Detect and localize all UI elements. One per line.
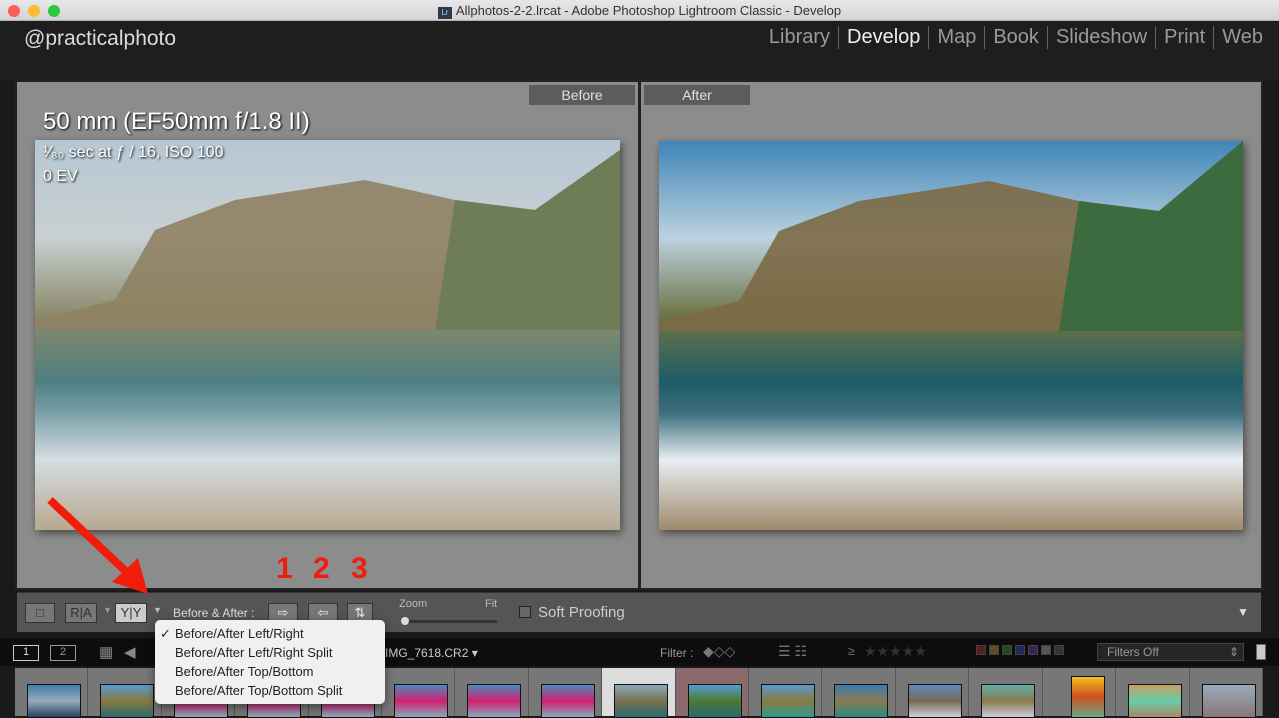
annotation-arrow-icon	[47, 497, 148, 594]
module-book[interactable]: Book	[984, 26, 1047, 49]
before-photo	[35, 140, 620, 530]
main-window-button[interactable]: 1	[13, 645, 39, 661]
filmstrip-thumbnail[interactable]	[822, 668, 896, 718]
module-map[interactable]: Map	[928, 26, 984, 49]
filename-source[interactable]: IMG_7618.CR2 ▾	[385, 646, 478, 660]
flag-filter-icons[interactable]: ◆◇◇	[703, 643, 735, 660]
soft-proofing-label: Soft Proofing	[538, 604, 625, 621]
module-web[interactable]: Web	[1213, 26, 1271, 49]
rating-star-icons[interactable]: ★★★★★	[864, 643, 927, 660]
menu-item-left-right-split[interactable]: Before/After Left/Right Split	[155, 643, 385, 662]
secondary-window-button[interactable]: 2	[50, 645, 76, 661]
exposure-info: ¹⁄₈₀ sec at ƒ / 16, ISO 100	[43, 144, 224, 161]
toolbar-content-chevron-icon[interactable]: ▼	[1237, 605, 1249, 619]
checkmark-icon: ✓	[160, 626, 171, 641]
color-label-filters[interactable]	[976, 645, 1064, 655]
annotation-1: 1	[276, 552, 293, 585]
filmstrip-thumbnail[interactable]	[88, 668, 162, 718]
filmstrip-thumbnail[interactable]	[675, 668, 750, 718]
zoom-button[interactable]	[48, 5, 60, 17]
after-pane: After	[641, 82, 1261, 588]
chevron-down-icon[interactable]: ▼	[103, 605, 112, 615]
module-library[interactable]: Library	[761, 26, 838, 49]
filmstrip-thumbnail[interactable]	[895, 668, 970, 718]
filmstrip-thumbnail[interactable]	[455, 668, 529, 718]
image-area: Before 50 mm (EF50mm f/1.8 II) ¹⁄₈₀ sec …	[15, 80, 1263, 590]
menu-item-left-right[interactable]: ✓ Before/After Left/Right	[155, 624, 385, 643]
filter-label: Filter :	[660, 646, 694, 660]
soft-proofing-checkbox[interactable]	[519, 606, 531, 618]
lens-info: 50 mm (EF50mm f/1.8 II)	[43, 108, 310, 135]
module-slideshow[interactable]: Slideshow	[1046, 26, 1155, 49]
after-label: After	[644, 85, 750, 105]
zoom-label: Zoom	[399, 598, 428, 610]
after-photo	[659, 141, 1243, 530]
before-after-view-button[interactable]: Y|Y	[115, 603, 147, 623]
zoom-fit-label: Fit	[485, 598, 498, 610]
before-after-menu-chevron-icon[interactable]: ▼	[153, 605, 162, 615]
filter-lock-switch[interactable]	[1256, 644, 1266, 660]
identity-plate: @practicalphoto	[24, 27, 177, 50]
reference-view-button[interactable]: R|A	[65, 603, 97, 623]
rating-operator[interactable]: ≥	[848, 644, 855, 658]
loupe-view-button[interactable]: □	[25, 603, 55, 623]
menu-item-top-bottom-split[interactable]: Before/After Top/Bottom Split	[155, 681, 385, 700]
before-after-label: Before & After :	[173, 606, 255, 620]
module-picker: Library Develop Map Book Slideshow Print…	[761, 26, 1271, 49]
zoom-slider-thumb[interactable]	[401, 617, 409, 625]
minimize-button[interactable]	[28, 5, 40, 17]
filmstrip-thumbnail[interactable]	[969, 668, 1043, 718]
close-button[interactable]	[8, 5, 20, 17]
zoom-slider[interactable]	[401, 617, 497, 625]
menu-item-top-bottom[interactable]: Before/After Top/Bottom	[155, 662, 385, 681]
grid-icon[interactable]: ▦	[99, 643, 113, 661]
window-title: Allphotos-2-2.lrcat - Adobe Photoshop Li…	[455, 3, 842, 18]
annotation-2: 2	[313, 552, 330, 585]
filmstrip-thumbnail[interactable]	[1189, 668, 1263, 718]
back-arrow-icon[interactable]: ◀	[124, 643, 136, 661]
filmstrip-thumbnail[interactable]	[749, 668, 823, 718]
annotation-3: 3	[351, 552, 368, 585]
dropdown-arrows-icon: ⇕	[1228, 645, 1239, 659]
title-bar: Lr Allphotos-2-2.lrcat - Adobe Photoshop …	[0, 0, 1279, 21]
before-label: Before	[529, 85, 635, 105]
filmstrip-thumbnail[interactable]	[1116, 668, 1190, 718]
filmstrip-thumbnail[interactable]	[528, 668, 603, 718]
filmstrip-thumbnail[interactable]	[1042, 668, 1117, 718]
filmstrip-thumbnail-selected[interactable]	[602, 668, 676, 718]
filters-dropdown[interactable]: Filters Off ⇕	[1097, 643, 1244, 661]
filmstrip-thumbnail[interactable]	[15, 668, 89, 718]
before-after-view-menu: ✓ Before/After Left/Right Before/After Le…	[155, 620, 385, 704]
module-print[interactable]: Print	[1155, 26, 1213, 49]
edit-filter-icons[interactable]: ☰ ☷	[778, 643, 807, 660]
ev-info: 0 EV	[43, 168, 78, 185]
module-develop[interactable]: Develop	[838, 26, 928, 49]
app-icon: Lr	[437, 7, 452, 19]
filmstrip-thumbnail[interactable]	[382, 668, 456, 718]
